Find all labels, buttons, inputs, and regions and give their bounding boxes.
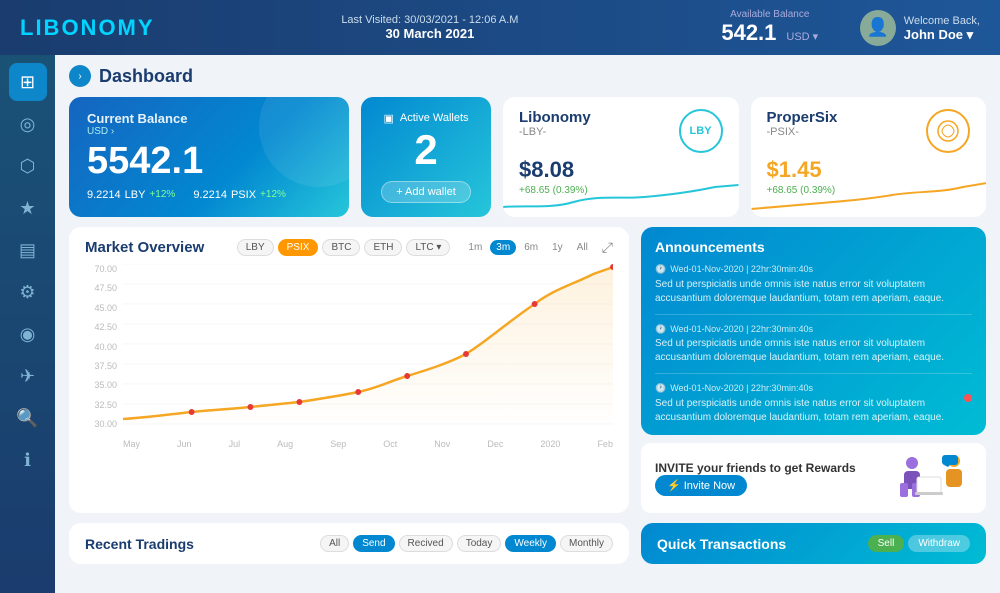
sidebar-item-info[interactable]: ℹ	[9, 441, 47, 479]
lby-chart	[503, 177, 739, 217]
balance-card: Current Balance USD › 5542.1 9.2214 LBY …	[69, 97, 349, 217]
content-area: › Dashboard Current Balance USD › 5542.1…	[55, 55, 1000, 593]
lby-icon: LBY	[679, 109, 723, 153]
withdraw-button[interactable]: Withdraw	[908, 535, 970, 552]
time-1y[interactable]: 1y	[546, 240, 569, 255]
invite-illustration	[892, 453, 972, 503]
market-card: Market Overview LBY PSIX BTC ETH LTC ▾ 1…	[69, 227, 629, 513]
market-chart: 70.00 47.50 45.00 42.50 40.00 37.50 35.0…	[85, 264, 613, 449]
filter-ltc[interactable]: LTC ▾	[406, 239, 450, 256]
psix-balance: 9.2214 PSIX +12%	[193, 189, 286, 201]
filter-send[interactable]: Send	[353, 535, 394, 552]
right-panel: Announcements 🕐Wed-01-Nov-2020 | 22hr:30…	[641, 227, 986, 513]
sidebar-item-transactions[interactable]: ▤	[9, 231, 47, 269]
quick-header: Quick Transactions Sell Withdraw	[657, 535, 970, 552]
sell-button[interactable]: Sell	[868, 535, 905, 552]
filter-lby[interactable]: LBY	[237, 239, 274, 256]
filter-all[interactable]: All	[320, 535, 349, 552]
chart-svg	[123, 264, 613, 429]
sidebar-item-layers[interactable]: ⬡	[9, 147, 47, 185]
wallets-count: 2	[414, 129, 437, 171]
invite-now-button[interactable]: ⚡ Invite Now	[655, 475, 747, 496]
breadcrumb: › Dashboard	[69, 65, 986, 87]
time-6m[interactable]: 6m	[518, 240, 544, 255]
recent-tradings-card: Recent Tradings All Send Recived Today W…	[69, 523, 629, 564]
sidebar-item-network[interactable]: ◉	[9, 315, 47, 353]
main-layout: ⊞ ◎ ⬡ ★ ▤ ⚙ ◉ ✈ 🔍 ℹ › Dashboard Current …	[0, 55, 1000, 593]
announcement-1: 🕐Wed-01-Nov-2020 | 22hr:30min:40s Sed ut…	[655, 263, 972, 315]
filter-weekly[interactable]: Weekly	[505, 535, 556, 552]
page-title: Dashboard	[99, 66, 193, 87]
wallet-icon: ▣	[383, 112, 393, 125]
top-cards-row: Current Balance USD › 5542.1 9.2214 LBY …	[69, 97, 986, 217]
quick-transactions-card: Quick Transactions Sell Withdraw	[641, 523, 986, 564]
market-filters: LBY PSIX BTC ETH LTC ▾ 1m 3m 6m 1y All ⤢	[237, 239, 613, 256]
navbar: LIBONOMY Last Visited: 30/03/2021 - 12:0…	[0, 0, 1000, 55]
sidebar-item-search[interactable]: 🔍	[9, 399, 47, 437]
quick-title: Quick Transactions	[657, 536, 786, 552]
sidebar-item-send[interactable]: ✈	[9, 357, 47, 395]
libonomy-coin-card: Libonomy -LBY- LBY $8.08 +68.65 (0.39%)	[503, 97, 739, 217]
market-header: Market Overview LBY PSIX BTC ETH LTC ▾ 1…	[85, 239, 613, 256]
username[interactable]: John Doe ▾	[904, 27, 980, 43]
time-1m[interactable]: 1m	[462, 240, 488, 255]
breadcrumb-icon: ›	[69, 65, 91, 87]
filter-recived[interactable]: Recived	[399, 535, 453, 552]
time-all[interactable]: All	[571, 240, 594, 255]
y-axis: 70.00 47.50 45.00 42.50 40.00 37.50 35.0…	[85, 264, 121, 429]
quick-buttons: Sell Withdraw	[868, 535, 970, 552]
add-wallet-button[interactable]: + Add wallet	[381, 181, 471, 203]
middle-section: Market Overview LBY PSIX BTC ETH LTC ▾ 1…	[69, 227, 986, 513]
wallets-header: ▣ Active Wallets	[383, 112, 468, 125]
currency-dropdown[interactable]: USD ▾	[786, 30, 818, 43]
tradings-header: Recent Tradings All Send Recived Today W…	[85, 535, 613, 552]
announcements-card: Announcements 🕐Wed-01-Nov-2020 | 22hr:30…	[641, 227, 986, 435]
announcements-title: Announcements	[655, 239, 972, 255]
announcement-2: 🕐Wed-01-Nov-2020 | 22hr:30min:40s Sed ut…	[655, 323, 972, 375]
filter-today[interactable]: Today	[457, 535, 502, 552]
tradings-filters: All Send Recived Today Weekly Monthly	[320, 535, 613, 552]
expand-icon[interactable]: ⤢	[602, 239, 613, 256]
sidebar-item-favorites[interactable]: ★	[9, 189, 47, 227]
wallets-card: ▣ Active Wallets 2 + Add wallet	[361, 97, 491, 217]
logo: LIBONOMY	[20, 15, 180, 41]
filter-psix[interactable]: PSIX	[278, 239, 319, 256]
filter-eth[interactable]: ETH	[364, 239, 402, 256]
x-axis: May Jun Jul Aug Sep Oct Nov Dec 2020 Feb	[123, 439, 613, 449]
tradings-title: Recent Tradings	[85, 536, 194, 552]
time-3m[interactable]: 3m	[490, 240, 516, 255]
sidebar: ⊞ ◎ ⬡ ★ ▤ ⚙ ◉ ✈ 🔍 ℹ	[0, 55, 55, 593]
welcome-section: 👤 Welcome Back, John Doe ▾	[860, 10, 980, 46]
announcements-list: 🕐Wed-01-Nov-2020 | 22hr:30min:40s Sed ut…	[655, 263, 972, 423]
balance-amount: 5542.1	[87, 141, 331, 183]
filter-monthly[interactable]: Monthly	[560, 535, 613, 552]
filter-btc[interactable]: BTC	[322, 239, 360, 256]
sidebar-item-dashboard[interactable]: ⊞	[9, 63, 47, 101]
balance-sub-row: 9.2214 LBY +12% 9.2214 PSIX +12%	[87, 189, 331, 201]
invite-banner: INVITE your friends to get Rewards ⚡ Inv…	[641, 443, 986, 513]
propersix-coin-card: ProperSix -PSIX- $1.45 +68.65 (0.39%)	[751, 97, 987, 217]
time-filters: 1m 3m 6m 1y All	[462, 240, 593, 255]
lby-balance: 9.2214 LBY +12%	[87, 189, 175, 201]
announcement-3: 🕐Wed-01-Nov-2020 | 22hr:30min:40s Sed ut…	[655, 382, 972, 423]
avatar: 👤	[860, 10, 896, 46]
sidebar-item-analytics[interactable]: ◎	[9, 105, 47, 143]
market-title: Market Overview	[85, 239, 204, 256]
sidebar-item-settings[interactable]: ⚙	[9, 273, 47, 311]
psix-chart	[751, 177, 987, 217]
available-balance: Available Balance 542.1 USD ▾	[680, 9, 860, 46]
psix-icon	[926, 109, 970, 153]
bottom-section: Recent Tradings All Send Recived Today W…	[69, 523, 986, 564]
last-visited: Last Visited: 30/03/2021 - 12:06 A.M 30 …	[180, 14, 680, 41]
